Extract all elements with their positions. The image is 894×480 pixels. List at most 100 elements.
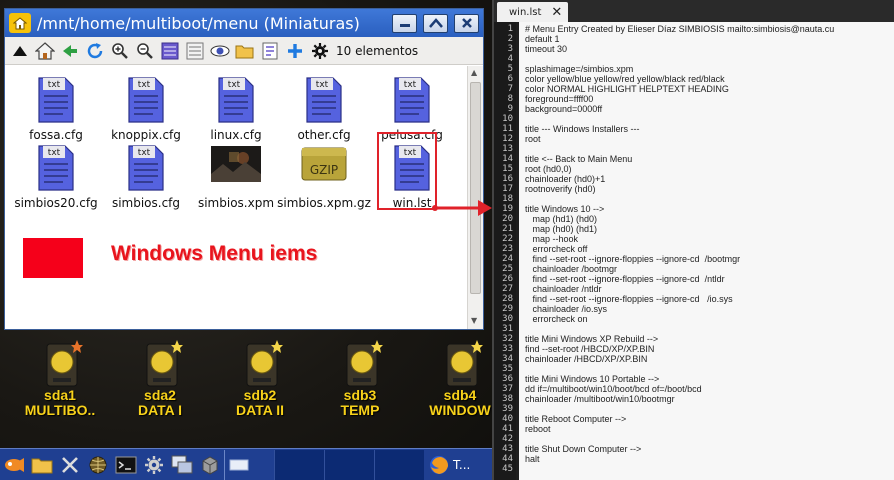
line-number: 24 — [502, 254, 513, 264]
file-item[interactable]: txt simbios20.cfg — [11, 144, 101, 210]
line-number: 39 — [502, 404, 513, 414]
drive-icon — [343, 340, 383, 388]
line-number: 26 — [502, 274, 513, 284]
line-number: 22 — [502, 234, 513, 244]
line-number: 21 — [502, 224, 513, 234]
show-hidden-icon[interactable] — [209, 40, 231, 62]
drive-sda2[interactable]: sda2 DATA I — [110, 340, 210, 418]
back-icon[interactable] — [59, 40, 81, 62]
close-button[interactable] — [454, 13, 479, 33]
terminal-icon[interactable] — [112, 451, 140, 479]
line-number: 14 — [502, 154, 513, 164]
svg-text:GZIP: GZIP — [310, 163, 338, 177]
file-name: other.cfg — [297, 128, 351, 142]
line-number: 27 — [502, 284, 513, 294]
view-detail-icon[interactable] — [184, 40, 206, 62]
taskbar-item-firefox[interactable]: T... — [424, 454, 470, 476]
code-line: map (hd1) (hd0) — [525, 214, 598, 224]
home-icon[interactable] — [34, 40, 56, 62]
line-number: 31 — [502, 324, 513, 334]
minimize-button[interactable] — [392, 13, 417, 33]
zoom-in-icon[interactable] — [109, 40, 131, 62]
line-number: 19 — [502, 204, 513, 214]
image-thumbnail-icon — [209, 144, 263, 192]
line-number: 15 — [502, 164, 513, 174]
file-item[interactable]: txt other.cfg — [279, 76, 369, 142]
bookmarks-icon[interactable] — [259, 40, 281, 62]
line-number: 12 — [502, 134, 513, 144]
text-file-icon: txt — [393, 76, 431, 124]
text-file-icon: txt — [37, 144, 75, 192]
line-number: 16 — [502, 174, 513, 184]
drive-name: sdb3 — [343, 387, 377, 403]
view-list-icon[interactable] — [159, 40, 181, 62]
file-manager-icon[interactable] — [28, 451, 56, 479]
svg-text:txt: txt — [48, 80, 61, 90]
drive-sdb4[interactable]: sdb4 WINDOW — [410, 340, 492, 418]
start-menu-icon[interactable] — [0, 451, 28, 479]
code-line: chainloader /io.sys — [525, 304, 608, 314]
line-number: 3 — [507, 44, 513, 54]
line-number: 8 — [507, 94, 513, 104]
refresh-icon[interactable] — [84, 40, 106, 62]
code-line: color yellow/blue yellow/red yellow/blac… — [525, 74, 725, 84]
tools-icon[interactable] — [56, 451, 84, 479]
svg-text:txt: txt — [404, 80, 417, 90]
drive-sda1[interactable]: sda1 MULTIBO.. — [10, 340, 110, 418]
taskbar-item-label: T... — [453, 457, 471, 472]
add-icon[interactable] — [284, 40, 306, 62]
zoom-out-icon[interactable] — [134, 40, 156, 62]
line-number: 45 — [502, 464, 513, 474]
open-folder-icon[interactable] — [234, 40, 256, 62]
red-marker — [23, 238, 83, 278]
settings-icon[interactable] — [309, 40, 331, 62]
line-number: 44 — [502, 454, 513, 464]
workspace-3[interactable] — [374, 449, 424, 480]
file-item[interactable]: txt knoppix.cfg — [101, 76, 191, 142]
code-line: title Mini Windows XP Rebuild --> — [525, 334, 659, 344]
scroll-down-icon[interactable]: ▼ — [471, 316, 477, 325]
workspace-2[interactable] — [324, 449, 374, 480]
file-item[interactable]: GZIP simbios.xpm.gz — [273, 144, 375, 210]
line-number: 2 — [507, 34, 513, 44]
drive-name: sda2 — [144, 387, 176, 403]
line-number: 40 — [502, 414, 513, 424]
file-item[interactable]: txt linux.cfg — [191, 76, 281, 142]
globe-icon[interactable] — [84, 451, 112, 479]
code-line: chainloader /HBCD/XP/XP.BIN — [525, 354, 648, 364]
code-line: chainloader /multiboot/win10/bootmgr — [525, 394, 675, 404]
workspace-1[interactable] — [274, 449, 324, 480]
scrollbar-thumb[interactable] — [470, 82, 481, 294]
drive-label: MULTIBO.. — [24, 402, 96, 418]
line-number: 4 — [507, 54, 513, 64]
settings-gear-icon[interactable] — [140, 451, 168, 479]
code-line: chainloader /bootmgr — [525, 264, 618, 274]
file-item[interactable]: txt simbios.cfg — [101, 144, 191, 210]
drive-sdb3[interactable]: sdb3 TEMP — [310, 340, 410, 418]
scroll-up-icon[interactable]: ▲ — [471, 68, 477, 77]
package-manager-icon[interactable] — [196, 451, 224, 479]
code-area[interactable]: # Menu Entry Created by Elieser Díaz SIM… — [519, 22, 894, 480]
line-number: 6 — [507, 74, 513, 84]
file-item[interactable]: simbios.xpm — [191, 144, 281, 210]
windows-switcher-icon[interactable] — [168, 451, 196, 479]
maximize-button[interactable] — [423, 13, 448, 33]
line-number: 28 — [502, 294, 513, 304]
file-item[interactable]: txt fossa.cfg — [11, 76, 101, 142]
code-line: title Shut Down Computer --> — [525, 444, 642, 454]
drive-sdb2[interactable]: sdb2 DATA II — [210, 340, 310, 418]
window-titlebar[interactable]: /mnt/home/multiboot/menu (Miniaturas) — [5, 9, 483, 37]
go-up-icon[interactable] — [9, 40, 31, 62]
code-line: find --set-root /HBCD/XP/XP.BIN — [525, 344, 655, 354]
arrow-icon — [432, 200, 492, 216]
tab-win-lst[interactable]: win.lst ✕ — [497, 2, 569, 22]
close-tab-icon[interactable]: ✕ — [551, 5, 562, 20]
text-file-icon: txt — [127, 144, 165, 192]
show-desktop-button[interactable] — [224, 449, 274, 480]
file-name: simbios.xpm — [197, 196, 275, 210]
code-line: find --set-root --ignore-floppies --igno… — [525, 254, 741, 264]
